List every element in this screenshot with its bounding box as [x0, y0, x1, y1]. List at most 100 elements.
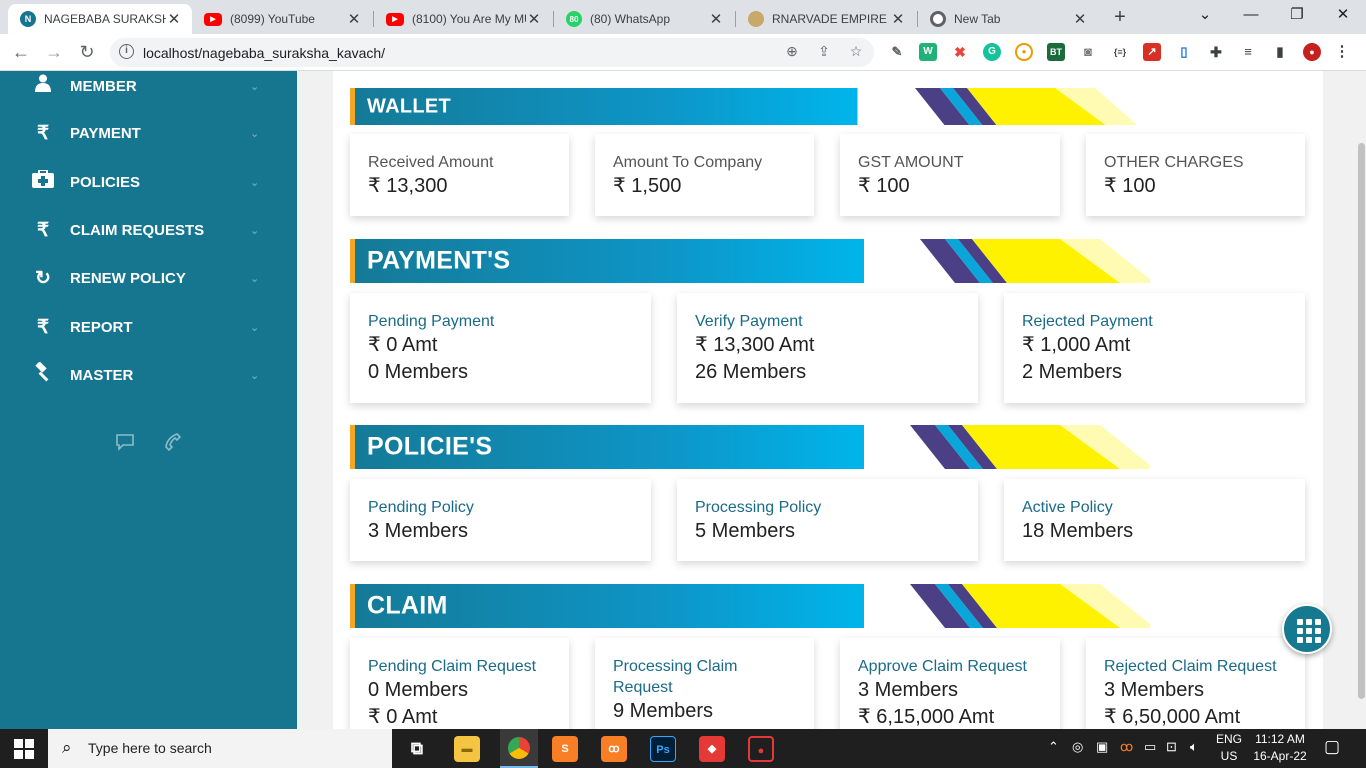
policy-card-processing[interactable]: Processing Policy 5 Members [677, 479, 978, 561]
tray-chevron-icon[interactable]: ⌃ [1048, 739, 1059, 755]
policy-card-active[interactable]: Active Policy 18 Members [1004, 479, 1305, 561]
policy-card-pending[interactable]: Pending Policy 3 Members [350, 479, 651, 561]
tray-screenshot-icon[interactable]: ▣ [1096, 739, 1108, 755]
sidebar-item-member[interactable]: MEMBER ⌄ [0, 66, 297, 106]
card-label: Rejected Payment [1022, 313, 1153, 330]
json-extension-icon[interactable]: {≡} [1111, 43, 1129, 61]
chat-icon[interactable] [114, 432, 136, 454]
system-clock[interactable]: 11:12 AM 16-Apr-22 [1252, 731, 1308, 765]
chrome-taskbar-icon[interactable] [500, 729, 538, 768]
claim-card-rejected[interactable]: Rejected Claim Request 3 Members ₹ 6,50,… [1086, 638, 1305, 729]
task-view-icon[interactable]: ⧉ [404, 736, 430, 762]
w-extension-icon[interactable]: W [919, 43, 937, 61]
sidebar-item-payment[interactable]: ₹ PAYMENT ⌄ [0, 113, 297, 153]
sidebar-item-report[interactable]: ₹ REPORT ⌄ [0, 307, 297, 347]
sidebar-item-policies[interactable]: POLICIES ⌄ [0, 162, 297, 202]
volume-icon[interactable]: 🔈︎ [1190, 739, 1198, 755]
side-panel-icon[interactable]: ▮ [1271, 43, 1289, 61]
pdf-extension-icon[interactable]: ↗ [1143, 43, 1161, 61]
sidebar-item-renew-policy[interactable]: ↻ RENEW POLICY ⌄ [0, 258, 297, 298]
tab-close-icon[interactable]: ✕ [890, 10, 906, 28]
cross-extension-icon[interactable]: ✖ [951, 43, 969, 61]
card-members: 9 Members [613, 700, 714, 722]
sublime-text-icon[interactable]: S [552, 736, 578, 762]
language-indicator[interactable]: ENG US [1216, 731, 1242, 765]
screen-recorder-icon[interactable]: ● [748, 736, 774, 762]
share-icon[interactable]: ⇪ [814, 43, 834, 63]
notification-icon[interactable]: ▢ [1324, 737, 1340, 757]
card-label: OTHER CHARGES [1104, 154, 1244, 171]
sidebar-item-master[interactable]: MASTER ⌄ [0, 355, 297, 395]
tab-close-icon[interactable]: ✕ [526, 10, 542, 28]
tab-close-icon[interactable]: ✕ [1072, 10, 1088, 28]
bookmark-star-icon[interactable]: ☆ [846, 43, 866, 63]
forward-arrow-icon[interactable]: → [41, 40, 67, 66]
globe-icon [748, 11, 764, 27]
payment-card-pending[interactable]: Pending Payment ₹ 0 Amt 0 Members [350, 293, 651, 403]
wallet-card-gst-amount[interactable]: GST AMOUNT ₹ 100 [840, 134, 1060, 216]
tab-title: (8100) You Are My MU [412, 12, 526, 26]
xampp-icon[interactable]: ꝏ [601, 736, 627, 762]
wallet-card-amount-to-company[interactable]: Amount To Company ₹ 1,500 [595, 134, 814, 216]
profile-avatar[interactable]: ● [1303, 43, 1321, 61]
scrollbar-thumb[interactable] [1358, 143, 1365, 699]
new-tab-button[interactable]: + [1108, 6, 1132, 30]
file-explorer-icon[interactable]: ▬ [454, 736, 480, 762]
puzzle-icon[interactable]: ✚ [1207, 43, 1225, 61]
battery-icon[interactable]: ▭ [1144, 739, 1156, 755]
card-label: Approve Claim Request [858, 658, 1027, 675]
address-bar[interactable]: i localhost/nagebaba_suraksha_kavach/ ⊕ … [110, 38, 874, 67]
browser-tab[interactable]: RNARVADE EMPIRE D ✕ [736, 4, 916, 34]
back-arrow-icon[interactable]: ← [8, 40, 34, 66]
apps-grid-button[interactable] [1282, 604, 1332, 654]
chevron-down-icon: ⌄ [250, 321, 260, 334]
grammarly-icon[interactable]: G [983, 43, 1001, 61]
browser-tab[interactable]: ▶ (8100) You Are My MU ✕ [374, 4, 552, 34]
tab-close-icon[interactable]: ✕ [166, 10, 182, 28]
wallet-card-received-amount[interactable]: Received Amount ₹ 13,300 [350, 134, 569, 216]
wallet-card-other-charges[interactable]: OTHER CHARGES ₹ 100 [1086, 134, 1305, 216]
menu-kebab-icon[interactable]: ⋮ [1333, 43, 1351, 61]
minimize-button[interactable]: — [1228, 4, 1274, 28]
phone-extension-icon[interactable]: ▯ [1175, 43, 1193, 61]
tab-close-icon[interactable]: ✕ [708, 10, 724, 28]
browser-tab[interactable]: N NAGEBABA SURAKSHA ✕ [8, 4, 192, 34]
claim-card-processing[interactable]: Processing Claim Request 9 Members [595, 638, 814, 729]
photoshop-icon[interactable]: Ps [650, 736, 676, 762]
card-amount: ₹ 1,000 Amt [1022, 334, 1131, 356]
bt-extension-icon[interactable]: BT [1047, 43, 1065, 61]
tab-title: NAGEBABA SURAKSHA [44, 12, 166, 26]
page-scrollbar[interactable] [1357, 71, 1366, 729]
tab-search-icon[interactable]: ⌄ [1182, 4, 1228, 28]
chevron-down-icon: ⌄ [250, 224, 260, 237]
tray-xampp-icon[interactable]: ꝏ [1120, 739, 1133, 755]
claim-card-pending[interactable]: Pending Claim Request 0 Members ₹ 0 Amt [350, 638, 569, 729]
camera-extension-icon[interactable]: ◙ [1079, 43, 1097, 61]
phone-icon[interactable] [162, 432, 184, 454]
anydesk-icon[interactable]: ◆ [699, 736, 725, 762]
chrome-extension-icon[interactable]: ● [1015, 43, 1033, 61]
zoom-icon[interactable]: ⊕ [782, 43, 802, 63]
search-placeholder[interactable]: Type here to search [88, 740, 212, 756]
browser-tab[interactable]: New Tab ✕ [918, 4, 1098, 34]
payment-card-rejected[interactable]: Rejected Payment ₹ 1,000 Amt 2 Members [1004, 293, 1305, 403]
browser-tab[interactable]: 80 (80) WhatsApp ✕ [554, 4, 734, 34]
reload-icon[interactable]: ↻ [74, 40, 100, 66]
claim-card-approve[interactable]: Approve Claim Request 3 Members ₹ 6,15,0… [840, 638, 1060, 729]
tab-close-icon[interactable]: ✕ [346, 10, 362, 28]
close-window-button[interactable]: ✕ [1320, 4, 1366, 28]
url-text[interactable]: localhost/nagebaba_suraksha_kavach/ [143, 45, 385, 61]
site-info-icon[interactable]: i [119, 44, 134, 59]
eyedropper-extension-icon[interactable]: ✎ [888, 43, 906, 61]
restore-button[interactable]: ❐ [1274, 4, 1320, 28]
refresh-icon: ↻ [35, 267, 51, 289]
tray-app-icon[interactable]: ◎ [1072, 739, 1083, 755]
medical-kit-icon [32, 169, 54, 194]
network-icon[interactable]: ⊡ [1166, 739, 1177, 755]
payment-card-verify[interactable]: Verify Payment ₹ 13,300 Amt 26 Members [677, 293, 978, 403]
browser-tab[interactable]: ▶ (8099) YouTube ✕ [192, 4, 372, 34]
reading-list-icon[interactable]: ≡ [1239, 43, 1257, 61]
taskbar-search[interactable]: ⌕ Type here to search [48, 729, 392, 768]
windows-start-icon[interactable] [14, 739, 34, 759]
sidebar-item-claim-requests[interactable]: ₹ CLAIM REQUESTS ⌄ [0, 210, 297, 250]
